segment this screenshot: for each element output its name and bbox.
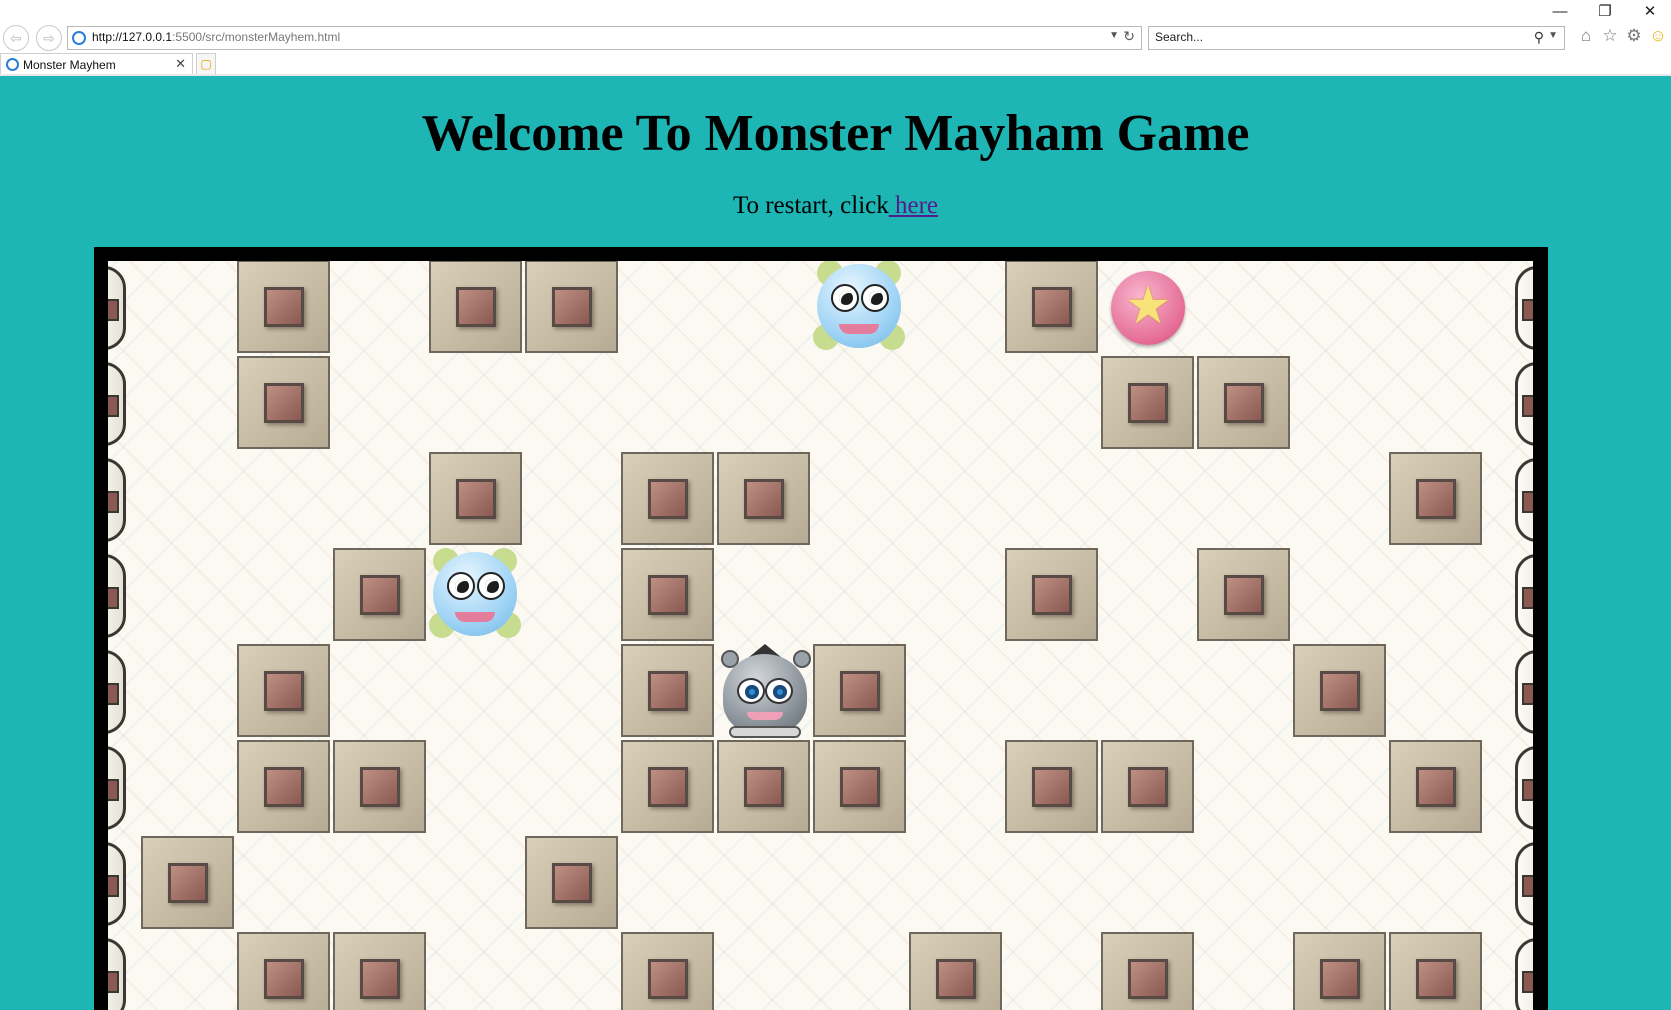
right-wall-segment bbox=[1495, 742, 1533, 834]
right-wall-segment bbox=[1495, 838, 1533, 930]
game-board-frame: ★ bbox=[94, 247, 1548, 1010]
search-dropdown-icon[interactable]: ▼ bbox=[1548, 30, 1558, 41]
stone-block bbox=[621, 452, 714, 545]
right-wall-segment bbox=[1495, 550, 1533, 642]
ie-page-icon bbox=[72, 31, 86, 45]
tab-monster-mayhem[interactable]: Monster Mayhem ✕ bbox=[0, 53, 193, 75]
home-icon[interactable]: ⌂ bbox=[1576, 26, 1596, 46]
favorites-star-icon[interactable]: ☆ bbox=[1600, 26, 1620, 46]
stone-block bbox=[1005, 740, 1098, 833]
minimize-button[interactable]: — bbox=[1540, 2, 1580, 22]
new-tab-button[interactable]: ▢ bbox=[196, 53, 216, 75]
search-box[interactable]: Search... ⚲ ▼ bbox=[1148, 26, 1565, 50]
stone-block bbox=[1197, 356, 1290, 449]
refresh-icon[interactable]: ↻ bbox=[1123, 28, 1135, 45]
stone-block bbox=[237, 261, 330, 353]
stone-block bbox=[237, 932, 330, 1010]
search-icon[interactable]: ⚲ bbox=[1534, 29, 1544, 46]
left-wall-segment bbox=[108, 262, 146, 354]
close-tab-icon[interactable]: ✕ bbox=[175, 56, 186, 72]
stone-block bbox=[237, 644, 330, 737]
stone-block bbox=[333, 548, 426, 641]
stone-block bbox=[621, 548, 714, 641]
stone-block bbox=[237, 356, 330, 449]
search-input[interactable]: Search... bbox=[1155, 30, 1203, 44]
stone-block bbox=[621, 740, 714, 833]
stone-block bbox=[717, 452, 810, 545]
right-wall-segment bbox=[1495, 358, 1533, 450]
stone-block bbox=[717, 740, 810, 833]
stone-block bbox=[525, 836, 618, 929]
tab-title: Monster Mayhem bbox=[23, 58, 116, 72]
stone-block bbox=[1389, 740, 1482, 833]
address-dropdown-icon[interactable]: ▼ bbox=[1109, 30, 1119, 41]
stone-block bbox=[237, 740, 330, 833]
restart-prefix: To restart, click bbox=[732, 192, 889, 219]
restart-link[interactable]: here bbox=[889, 192, 938, 219]
stone-block bbox=[1101, 740, 1194, 833]
stone-block bbox=[1389, 932, 1482, 1010]
stone-block bbox=[429, 261, 522, 353]
stone-block bbox=[333, 740, 426, 833]
right-wall-segment bbox=[1495, 262, 1533, 354]
blue-monster-enemy bbox=[427, 546, 523, 642]
stone-block bbox=[429, 452, 522, 545]
ie-tab-icon bbox=[6, 58, 19, 71]
stone-block bbox=[1389, 452, 1482, 545]
left-wall-segment bbox=[108, 550, 146, 642]
stone-block bbox=[1005, 548, 1098, 641]
stone-block bbox=[1101, 356, 1194, 449]
settings-gear-icon[interactable]: ⚙ bbox=[1624, 26, 1644, 46]
stone-block bbox=[1197, 548, 1290, 641]
close-window-button[interactable]: ✕ bbox=[1630, 2, 1670, 22]
page-title: Welcome To Monster Mayham Game bbox=[421, 105, 1250, 162]
chrome-divider bbox=[0, 74, 1671, 76]
left-wall-segment bbox=[108, 934, 146, 1010]
stone-block bbox=[333, 932, 426, 1010]
back-button[interactable]: ⇦ bbox=[3, 25, 29, 51]
left-wall-segment bbox=[108, 358, 146, 450]
player-monster[interactable] bbox=[717, 644, 813, 740]
game-board[interactable]: ★ bbox=[108, 261, 1533, 1010]
forward-button[interactable]: ⇨ bbox=[36, 25, 62, 51]
restore-button[interactable]: ❐ bbox=[1585, 2, 1625, 22]
stone-block bbox=[621, 932, 714, 1010]
stone-block bbox=[141, 836, 234, 929]
stone-block bbox=[621, 644, 714, 737]
left-wall-segment bbox=[108, 454, 146, 546]
smiley-feedback-icon[interactable]: ☺ bbox=[1648, 26, 1668, 46]
restart-text: To restart, click here bbox=[0, 192, 1671, 220]
stone-block bbox=[813, 740, 906, 833]
browser-chrome: — ❐ ✕ ⇦ ⇨ http://127.0.0.1:5500/src/mons… bbox=[0, 0, 1671, 76]
stone-block bbox=[813, 644, 906, 737]
address-url[interactable]: http://127.0.0.1:5500/src/monsterMayhem.… bbox=[92, 30, 340, 44]
left-wall-segment bbox=[108, 646, 146, 738]
stone-block bbox=[525, 261, 618, 353]
address-bar[interactable]: http://127.0.0.1:5500/src/monsterMayhem.… bbox=[67, 26, 1142, 50]
stone-block bbox=[1293, 932, 1386, 1010]
stone-block bbox=[1005, 261, 1098, 353]
goal-star-icon: ★ bbox=[1111, 271, 1185, 345]
right-wall-segment bbox=[1495, 934, 1533, 1010]
stone-block bbox=[1293, 644, 1386, 737]
stone-block bbox=[909, 932, 1002, 1010]
right-wall-segment bbox=[1495, 646, 1533, 738]
left-wall-segment bbox=[108, 742, 146, 834]
stone-block bbox=[1101, 932, 1194, 1010]
blue-monster-enemy bbox=[811, 261, 907, 354]
right-wall-segment bbox=[1495, 454, 1533, 546]
